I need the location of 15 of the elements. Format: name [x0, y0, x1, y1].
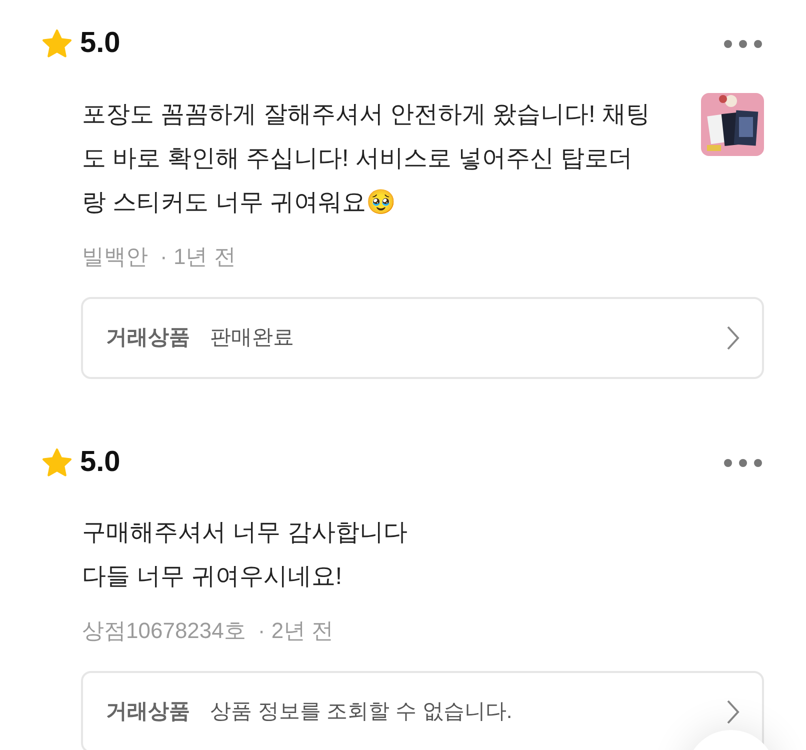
- product-status: 판매완료: [210, 325, 294, 352]
- author-name: 상점10678234호: [82, 616, 246, 644]
- product-status: 상품 정보를 조회할 수 없습니다.: [210, 699, 512, 726]
- product-label: 거래상품: [106, 699, 190, 726]
- rating-value: 5.0: [80, 26, 120, 62]
- review-time: · 1년 전: [160, 242, 236, 270]
- review-time: · 2년 전: [258, 616, 334, 644]
- product-card[interactable]: 거래상품 판매완료: [81, 297, 764, 379]
- review-text: 구매해주셔서 너무 감사합니다 다들 너무 귀여우시네요!: [82, 518, 408, 592]
- rating-value: 5.0: [80, 445, 120, 480]
- chevron-right-icon: [726, 699, 740, 725]
- product-label: 거래상품: [106, 325, 190, 352]
- review-text: 포장도 꼼꼼하게 잘해주셔서 안전하게 왔습니다! 채팅 도 바로 확인해 주십니다! 서비스로 넣어주신 탑로더 랑 스티커도 너무 귀여워요🥹: [82, 100, 650, 218]
- chevron-right-icon: [726, 325, 740, 351]
- author-name: 빌백안: [82, 242, 148, 270]
